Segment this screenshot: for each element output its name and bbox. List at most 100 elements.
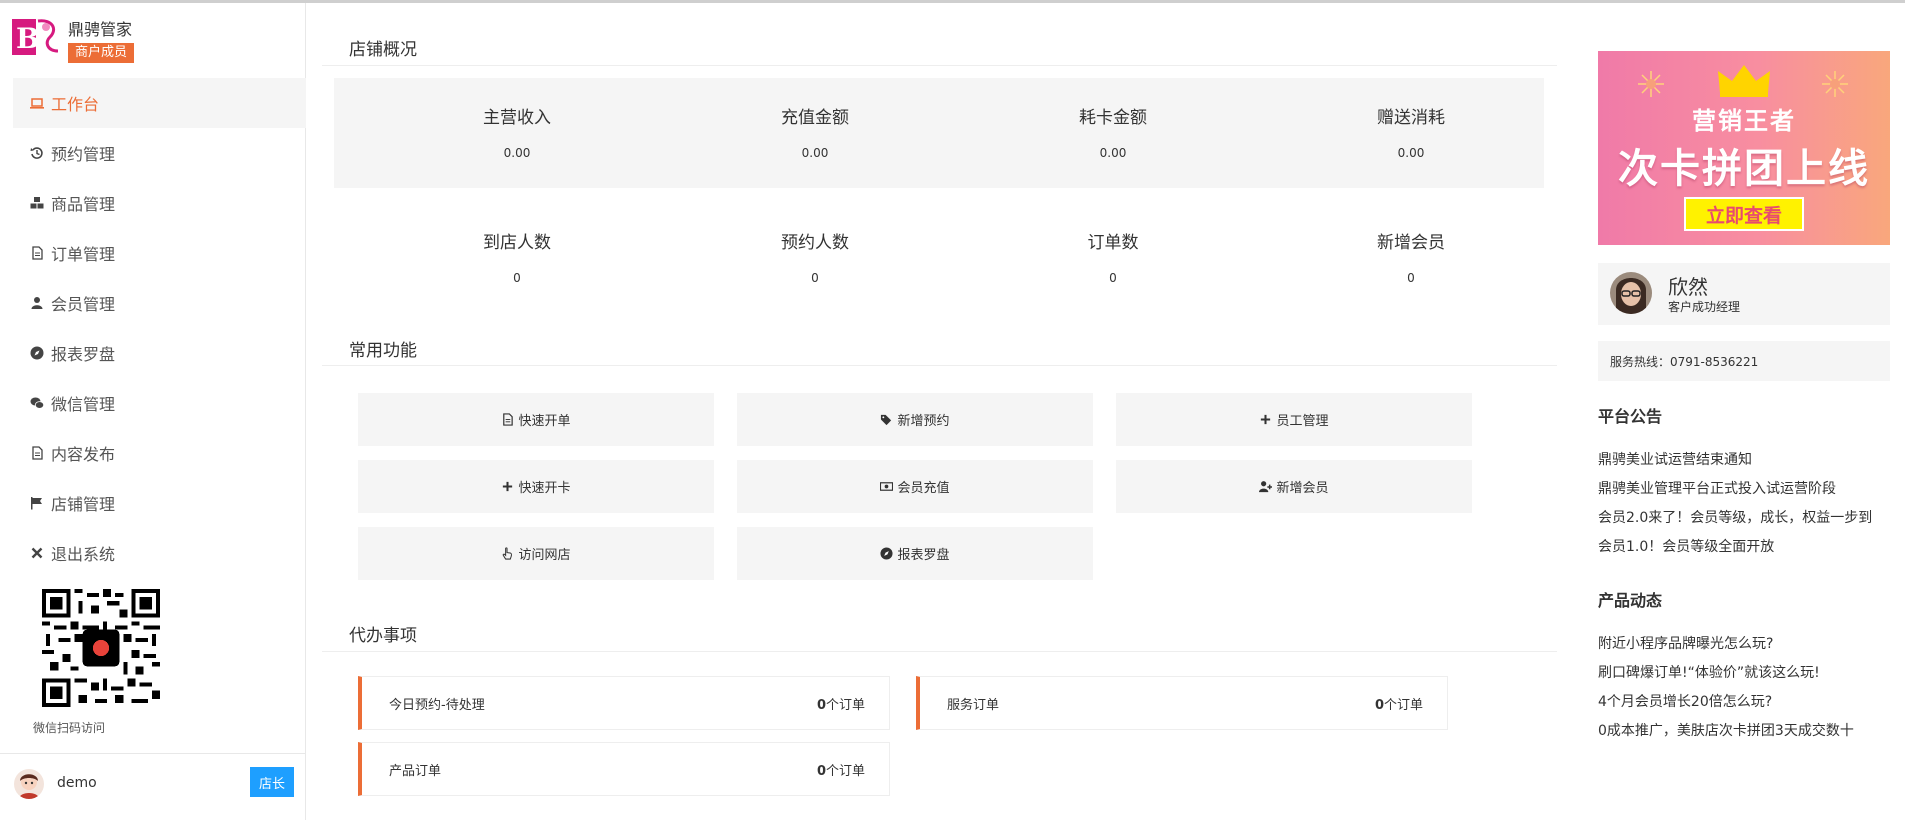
- stat-value: 0.00: [503, 146, 531, 160]
- news-link[interactable]: 附近小程序品牌曝光怎么玩?: [1598, 630, 1893, 659]
- sidebar-item-label: 退出系统: [51, 545, 116, 564]
- button-label: 快速开卡: [518, 481, 571, 496]
- sidebar-item-appointments[interactable]: 预约管理: [13, 128, 306, 178]
- add-member-button[interactable]: 新增会员: [1116, 460, 1472, 513]
- stat-value: 0: [513, 271, 521, 285]
- todo-count: 0个订单: [816, 697, 865, 713]
- todo-label: 服务订单: [947, 697, 1000, 713]
- sidebar-item-store[interactable]: 店铺管理: [13, 478, 306, 528]
- news-link[interactable]: 0成本推广，美肤店次卡拼团3天成交数十: [1598, 717, 1893, 746]
- sparkle-icon: [1822, 71, 1848, 97]
- sidebar-item-label: 工作台: [51, 95, 100, 114]
- stat-value: 0.00: [1099, 146, 1127, 160]
- sidebar-item-products[interactable]: 商品管理: [13, 178, 306, 228]
- file-icon: [28, 445, 46, 461]
- quick-order-button[interactable]: 快速开单: [358, 393, 714, 446]
- sidebar-item-reports[interactable]: 报表罗盘: [13, 328, 306, 378]
- todo-item-pending-appointments[interactable]: 今日预约-待处理 0个订单: [358, 676, 890, 730]
- stat-visitors: 到店人数 0: [417, 228, 617, 285]
- sidebar-item-logout[interactable]: 退出系统: [13, 528, 306, 578]
- button-label: 访问网店: [518, 548, 571, 563]
- avatar: [1610, 272, 1652, 314]
- stat-value: 0: [1407, 271, 1415, 285]
- user-plus-icon: [1259, 480, 1273, 493]
- sidebar-item-label: 内容发布: [51, 445, 116, 464]
- laptop-icon: [28, 95, 46, 111]
- button-label: 会员充值: [897, 481, 950, 496]
- qr-caption: 微信扫码访问: [33, 721, 106, 735]
- sidebar-item-label: 预约管理: [51, 145, 116, 164]
- todo-count: 0个订单: [1374, 697, 1423, 713]
- stat-value: 0: [811, 271, 819, 285]
- banner-view-button[interactable]: 立即查看: [1684, 197, 1804, 231]
- tags-icon: [880, 413, 893, 426]
- sidebar-item-orders[interactable]: 订单管理: [13, 228, 306, 278]
- sidebar-item-label: 微信管理: [51, 395, 116, 414]
- plus-icon: [501, 480, 514, 493]
- stats-panel: 主营收入 0.00 充值金额 0.00 耗卡金额 0.00 赠送消耗 0.00: [334, 78, 1544, 188]
- announcement-link[interactable]: 会员1.0！会员等级全面开放: [1598, 533, 1893, 562]
- stat-label: 耗卡金额: [1079, 108, 1147, 128]
- avatar[interactable]: [14, 769, 44, 799]
- history-icon: [28, 145, 46, 161]
- stat-label: 充值金额: [781, 108, 849, 128]
- announcement-link[interactable]: 会员2.0来了！会员等级，成长，权益一步到: [1598, 504, 1893, 533]
- brand[interactable]: B 鼎骋管家 商户成员: [12, 13, 302, 69]
- stat-label: 新增会员: [1377, 233, 1445, 253]
- member-recharge-button[interactable]: 会员充值: [737, 460, 1093, 513]
- plus-icon: [1259, 413, 1272, 426]
- hand-pointer-icon: [501, 547, 514, 560]
- stat-label: 订单数: [1087, 233, 1139, 253]
- section-divider: [322, 65, 1557, 66]
- sidebar-item-label: 商品管理: [51, 195, 116, 214]
- functions-title: 常用功能: [349, 341, 417, 361]
- promo-banner[interactable]: 营销王者 次卡拼团上线 立即查看: [1598, 51, 1890, 245]
- announcement-link[interactable]: 鼎骋美业试运营结束通知: [1598, 446, 1893, 475]
- news-link[interactable]: 4个月会员增长20倍怎么玩?: [1598, 688, 1893, 717]
- todo-count: 0个订单: [816, 763, 865, 779]
- announcements-list: 鼎骋美业试运营结束通知 鼎骋美业管理平台正式投入试运营阶段 会员2.0来了！会员…: [1598, 446, 1893, 562]
- member-badge: 商户成员: [68, 43, 135, 63]
- quick-card-button[interactable]: 快速开卡: [358, 460, 714, 513]
- brand-name: 鼎骋管家: [68, 20, 133, 39]
- sidebar-nav: 工作台 预约管理 商品管理 订单管理 会员管理 报表罗盘 微信管理 内容发布 店…: [13, 78, 306, 578]
- sidebar-item-members[interactable]: 会员管理: [13, 278, 306, 328]
- button-label: 员工管理: [1276, 414, 1329, 429]
- sidebar-item-wechat[interactable]: 微信管理: [13, 378, 306, 428]
- role-button[interactable]: 店长: [250, 767, 294, 797]
- wechat-icon: [28, 395, 46, 411]
- wechat-qr-code: [42, 589, 160, 707]
- sidebar-item-content[interactable]: 内容发布: [13, 428, 306, 478]
- service-hotline: 服务热线：0791-8536221: [1598, 341, 1890, 381]
- banner-title: 次卡拼团上线: [1618, 146, 1870, 192]
- stat-label: 预约人数: [781, 233, 849, 253]
- report-compass-button[interactable]: 报表罗盘: [737, 527, 1093, 580]
- sidebar-item-workbench[interactable]: 工作台: [13, 78, 306, 128]
- visit-shop-button[interactable]: 访问网店: [358, 527, 714, 580]
- announcement-link[interactable]: 鼎骋美业管理平台正式投入试运营阶段: [1598, 475, 1893, 504]
- sidebar-item-label: 会员管理: [51, 295, 116, 314]
- button-label: 新增预约: [897, 414, 950, 429]
- manager-name: 欣然: [1668, 275, 1708, 299]
- todo-item-service-orders[interactable]: 服务订单 0个订单: [916, 676, 1448, 730]
- announcements-title: 平台公告: [1598, 407, 1663, 426]
- user-icon: [28, 295, 46, 311]
- section-divider: [322, 651, 1557, 652]
- stat-label: 赠送消耗: [1377, 108, 1445, 128]
- crown-icon: [1718, 65, 1770, 97]
- news-title: 产品动态: [1598, 591, 1663, 610]
- user-bar: demo 店长: [0, 753, 306, 823]
- compass-icon: [880, 547, 894, 560]
- todo-item-product-orders[interactable]: 产品订单 0个订单: [358, 742, 890, 796]
- file-icon: [501, 413, 514, 426]
- stat-value: 0.00: [801, 146, 829, 160]
- stat-label: 到店人数: [483, 233, 551, 253]
- button-label: 快速开单: [518, 414, 571, 429]
- section-divider: [322, 365, 1557, 366]
- new-appointment-button[interactable]: 新增预约: [737, 393, 1093, 446]
- stat-card-consumption: 耗卡金额 0.00: [1013, 103, 1213, 160]
- staff-management-button[interactable]: 员工管理: [1116, 393, 1472, 446]
- news-link[interactable]: 刷口碑爆订单!“体验价”就该这么玩!: [1598, 659, 1893, 688]
- button-label: 报表罗盘: [897, 548, 950, 563]
- overview-title: 店铺概况: [349, 40, 417, 60]
